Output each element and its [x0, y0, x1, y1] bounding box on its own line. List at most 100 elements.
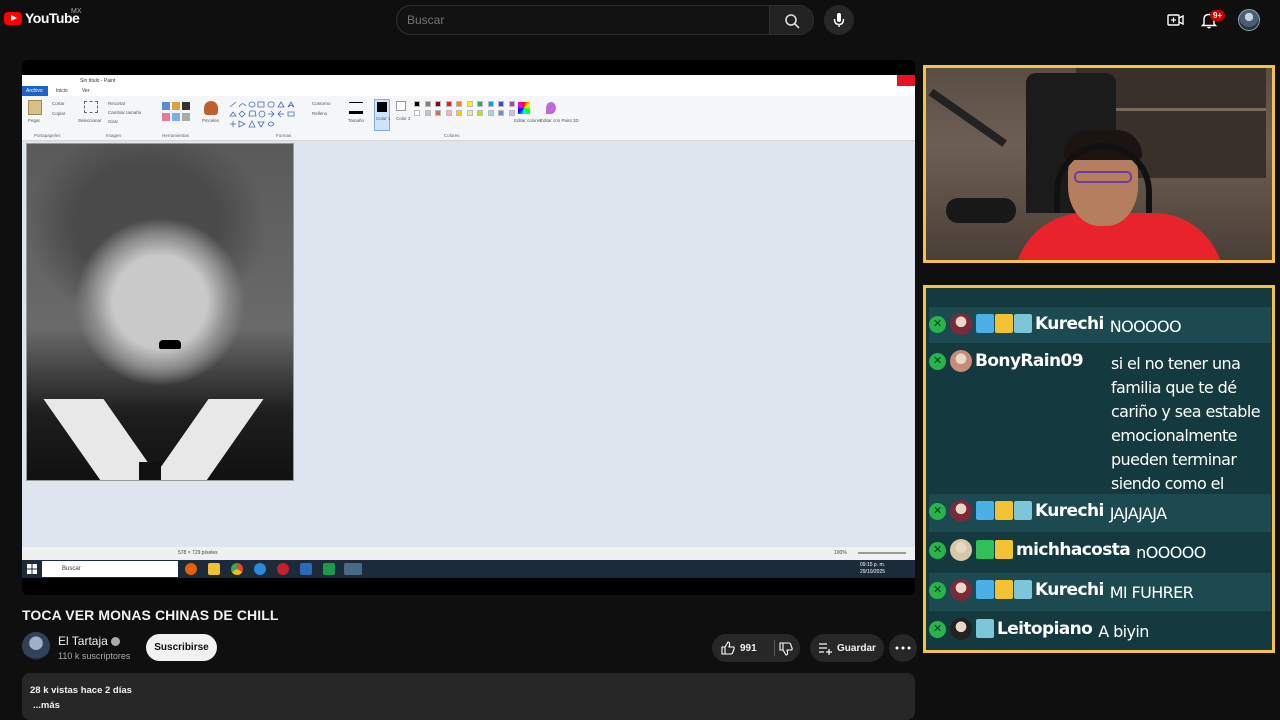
palette-swatch[interactable] — [414, 110, 420, 116]
pencil-icon[interactable] — [162, 102, 170, 110]
size-icon[interactable] — [349, 102, 363, 114]
fill-icon[interactable] — [172, 102, 180, 110]
chat-message-text: A biyin — [1098, 622, 1149, 641]
chat-username: Leitopiano — [997, 619, 1093, 639]
canvas-size: 578 × 729 píxeles — [178, 550, 218, 556]
tool-pegar[interactable]: Pegar — [28, 118, 40, 123]
text-icon[interactable] — [182, 102, 190, 110]
palette-swatch[interactable] — [445, 101, 452, 107]
tool-pinceles[interactable]: Pinceles — [202, 118, 219, 123]
palette-swatch[interactable] — [477, 110, 483, 116]
paste-icon[interactable] — [28, 100, 42, 115]
more-horizontal-icon — [895, 646, 911, 650]
voice-search-button[interactable] — [824, 5, 854, 35]
palette-swatch[interactable] — [477, 101, 483, 107]
create-video-icon — [1167, 14, 1184, 26]
palette-swatch[interactable] — [466, 110, 473, 116]
palette-swatch[interactable] — [445, 110, 452, 116]
file-explorer-icon[interactable] — [208, 563, 220, 575]
edge-icon[interactable] — [254, 563, 266, 575]
steam-icon[interactable] — [300, 563, 312, 575]
tool-editar-colores[interactable]: Editar colores — [514, 118, 542, 123]
account-avatar[interactable] — [1238, 9, 1260, 31]
zoom-slider[interactable] — [858, 552, 906, 554]
chat-overlay: KurechiNOOOOOBonyRain09si el no tener un… — [923, 285, 1275, 653]
tool-relleno[interactable]: Relleno — [312, 111, 327, 116]
chat-badge-icon — [1014, 314, 1032, 333]
channel-name-row[interactable]: El Tartaja — [58, 634, 120, 648]
palette-swatch[interactable] — [424, 101, 431, 107]
chat-username: Kurechi — [1035, 501, 1104, 521]
save-button[interactable]: Guardar — [810, 634, 884, 662]
search-input[interactable] — [407, 13, 757, 27]
user-badges — [976, 619, 994, 638]
color1-selector[interactable] — [374, 99, 390, 131]
tool-seleccionar[interactable]: Seleccionar — [78, 118, 102, 123]
magnifier-icon[interactable] — [182, 113, 190, 121]
eraser-icon[interactable] — [162, 113, 170, 121]
select-icon[interactable] — [84, 101, 98, 113]
tool-cambiar-tamano[interactable]: Cambiar tamaño — [108, 110, 141, 115]
tool-cortar[interactable]: Cortar — [52, 101, 65, 106]
palette-swatch[interactable] — [435, 101, 441, 107]
palette-swatch[interactable] — [508, 101, 515, 107]
palette-swatch[interactable] — [498, 101, 504, 107]
obs-icon[interactable] — [277, 563, 289, 575]
close-icon[interactable] — [897, 75, 915, 86]
tool-tamano[interactable]: Tamaño — [348, 118, 364, 123]
chat-message-text: MI FUHRER — [1109, 583, 1194, 602]
chat-badge-icon — [976, 619, 994, 638]
edit-colors-icon[interactable] — [518, 102, 530, 114]
platform-x-icon — [929, 582, 946, 599]
app-icon[interactable] — [323, 563, 335, 575]
firefox-icon[interactable] — [185, 563, 197, 575]
shapes-gallery[interactable] — [228, 100, 298, 128]
tool-paint3d[interactable]: Editar con Paint 3D — [540, 118, 579, 123]
paint-tabs: Archivo Inicio Ver — [22, 86, 915, 96]
palette-swatch[interactable] — [466, 101, 473, 107]
palette-swatch[interactable] — [487, 101, 494, 107]
channel-name[interactable]: El Tartaja — [58, 634, 108, 648]
channel-avatar[interactable] — [22, 632, 50, 660]
youtube-logo[interactable]: YouTube MX — [4, 8, 82, 26]
tab-inicio[interactable]: Inicio — [56, 88, 68, 94]
tool-girar[interactable]: Girar — [108, 119, 118, 124]
chat-badge-icon — [995, 580, 1013, 599]
search-box[interactable] — [396, 5, 770, 35]
windows-start-icon[interactable] — [27, 564, 37, 574]
platform-x-icon — [929, 316, 946, 333]
palette-swatch[interactable] — [456, 110, 462, 116]
paint3d-icon[interactable] — [546, 102, 556, 114]
search-button[interactable] — [769, 5, 814, 35]
palette-swatch[interactable] — [498, 110, 504, 116]
taskbar-search[interactable]: Buscar — [42, 561, 178, 577]
tool-copiar[interactable]: Copiar — [52, 111, 65, 116]
chrome-icon[interactable] — [231, 563, 243, 575]
youtube-header: YouTube MX 9+ — [0, 0, 1280, 40]
tab-ver[interactable]: Ver — [82, 88, 90, 94]
palette-swatch[interactable] — [456, 101, 462, 107]
like-icon[interactable] — [720, 640, 736, 656]
palette-swatch[interactable] — [487, 110, 494, 116]
palette-swatch[interactable] — [435, 110, 441, 116]
brushes-icon[interactable] — [204, 101, 218, 115]
dislike-icon[interactable] — [778, 641, 794, 657]
more-actions-button[interactable] — [889, 634, 917, 662]
color2-swatch[interactable] — [396, 101, 406, 111]
description-box[interactable]: 28 k vistas hace 2 días ...más — [22, 673, 915, 720]
glasses — [1074, 171, 1132, 183]
tool-recortar[interactable]: Recortar — [108, 101, 125, 106]
search-icon — [785, 14, 800, 29]
clock-date: 29/10/2025 — [860, 569, 886, 575]
show-more-link[interactable]: ...más — [33, 700, 60, 711]
create-button[interactable] — [1162, 7, 1188, 33]
tab-archivo[interactable]: Archivo — [22, 86, 48, 96]
tool-contorno[interactable]: Contorno — [312, 101, 331, 106]
tool-color-2: Color 2 — [396, 116, 411, 121]
palette-swatch[interactable] — [508, 110, 515, 116]
palette-swatch[interactable] — [414, 101, 420, 107]
palette-swatch[interactable] — [424, 110, 431, 116]
color-picker-icon[interactable] — [172, 113, 180, 121]
paint-taskbar-icon[interactable] — [344, 563, 362, 575]
subscribe-button[interactable]: Suscribirse — [146, 634, 217, 661]
